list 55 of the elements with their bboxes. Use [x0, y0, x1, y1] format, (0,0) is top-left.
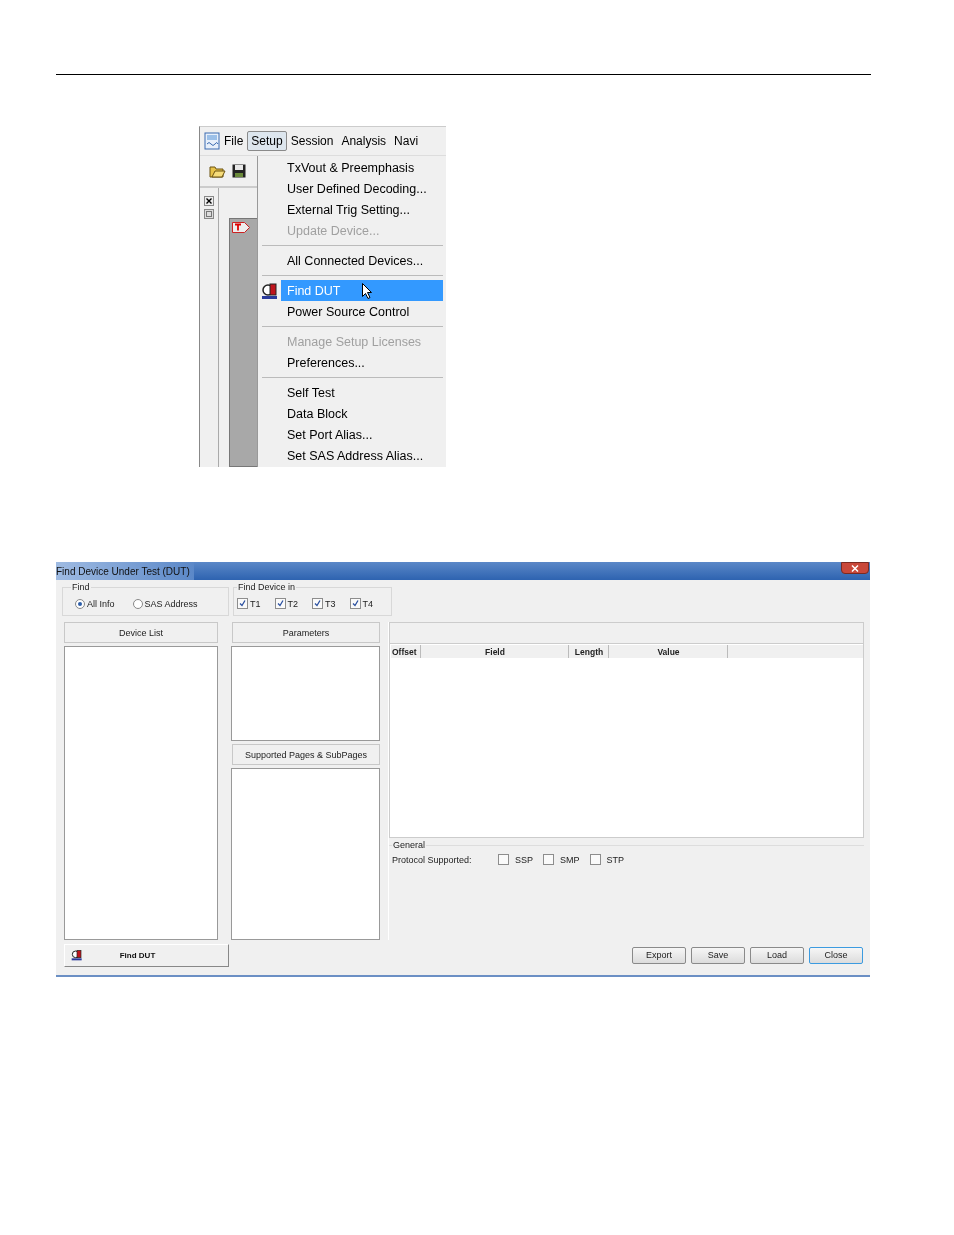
close-icon [851, 564, 859, 572]
close-button[interactable] [841, 562, 869, 574]
dialog-button[interactable]: Load [750, 946, 804, 964]
device-icon [260, 281, 279, 300]
supported-pages-list[interactable] [231, 768, 380, 940]
radio-option[interactable]: SAS Address [132, 598, 198, 609]
device-list-header: Device List [64, 622, 218, 643]
dialog-button[interactable]: Close [809, 946, 863, 964]
column-header[interactable]: Offset [391, 645, 421, 658]
menu-item[interactable]: Data Block [281, 403, 443, 424]
window-title: Find Device Under Test (DUT) [56, 562, 194, 580]
device-icon [71, 949, 83, 961]
menu-item[interactable]: Power Source Control [281, 301, 443, 322]
dialog-button[interactable]: Export [632, 946, 686, 964]
menu-bar-item[interactable]: File [220, 131, 248, 151]
supported-pages-header: Supported Pages & SubPages [232, 744, 380, 765]
find-dut-button[interactable]: Find DUT [64, 943, 229, 967]
checkmark-icon [239, 600, 246, 607]
checkmark-icon [351, 600, 359, 607]
checkbox-option[interactable]: T1 [237, 598, 261, 609]
menu-item[interactable]: All Connected Devices... [281, 250, 443, 271]
parameters-header: Parameters [232, 622, 380, 643]
radio-option[interactable]: All Info [75, 598, 115, 609]
group-label: General [392, 840, 427, 850]
checkmark-icon [276, 600, 284, 607]
dialog-button[interactable]: Save [691, 946, 745, 964]
menu-item[interactable]: Set SAS Address Alias... [281, 445, 443, 466]
parameters-list[interactable] [231, 646, 380, 741]
mouse-cursor-icon [362, 283, 372, 299]
column-header[interactable]: Field [421, 645, 569, 658]
menu-item[interactable]: Set Port Alias... [281, 424, 443, 445]
checkbox-option[interactable]: SMP [543, 854, 580, 865]
column-header[interactable]: Length [569, 645, 609, 658]
group-label: Find Device in [237, 582, 297, 592]
menu-item[interactable]: External Trig Setting... [281, 199, 443, 220]
menu-bar-item[interactable]: Analysis [337, 131, 391, 151]
column-header[interactable]: Value [609, 645, 728, 658]
trigger-tag-icon [232, 222, 250, 233]
menu-bar-item[interactable]: Setup [247, 131, 287, 151]
folder-icon[interactable] [209, 164, 226, 178]
menu-item[interactable]: Preferences... [281, 352, 443, 373]
menu-bar-item[interactable]: Navi [390, 131, 423, 151]
checkmark-icon [314, 600, 322, 607]
checkbox-option[interactable]: SSP [498, 854, 533, 865]
menu-item[interactable]: User Defined Decoding... [281, 178, 443, 199]
field-label: Protocol Supported: [392, 854, 473, 865]
close-icon[interactable] [204, 196, 214, 206]
menu-item[interactable]: TxVout & Preemphasis [281, 157, 443, 178]
checkbox-option[interactable]: T4 [349, 598, 374, 609]
group-label: Find [71, 582, 91, 592]
checkbox-option[interactable]: STP [589, 854, 625, 865]
menu-item[interactable]: Self Test [281, 382, 443, 403]
menu-bar-item[interactable]: Session [286, 131, 338, 151]
app-icon [204, 132, 220, 150]
checkbox-option[interactable]: T2 [274, 598, 299, 609]
